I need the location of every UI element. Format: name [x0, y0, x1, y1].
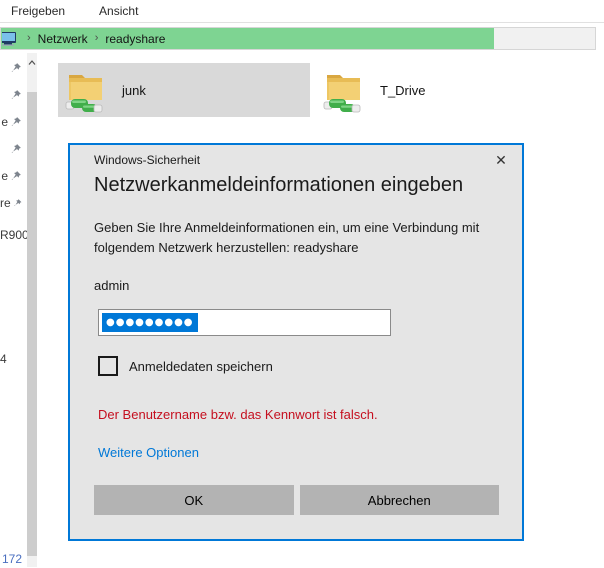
scrollbar-thumb[interactable] [27, 92, 37, 556]
breadcrumb-chevron-icon: › [94, 32, 99, 44]
file-tile-junk[interactable]: junk [58, 63, 310, 117]
dialog-heading: Netzwerkanmeldeinformationen eingeben [94, 174, 464, 196]
file-name-tdrive: T_Drive [380, 82, 426, 98]
tab-freigeben[interactable]: Freigeben [11, 4, 65, 18]
username-label: admin [94, 278, 130, 293]
sidebar-item[interactable]: e [0, 114, 22, 130]
sidebar-item-label: 4 [0, 352, 7, 366]
tab-ansicht[interactable]: Ansicht [99, 4, 138, 18]
password-selected-text: ●●●●●●●●● [102, 313, 198, 332]
close-icon[interactable]: ✕ [490, 149, 512, 171]
breadcrumb-netzwerk[interactable]: Netzwerk [38, 32, 88, 46]
ok-button[interactable]: OK [94, 485, 294, 515]
remember-credentials-checkbox[interactable] [98, 356, 118, 376]
remember-credentials-label: Anmeldedaten speichern [129, 358, 273, 374]
dialog-title: Windows-Sicherheit [94, 153, 201, 167]
shared-folder-icon [64, 66, 108, 114]
sidebar-item[interactable] [0, 87, 22, 103]
sidebar-item[interactable]: re [0, 195, 22, 211]
sidebar-item[interactable] [0, 60, 22, 76]
pin-icon [11, 144, 21, 153]
sidebar-item-label: e [1, 115, 8, 129]
sidebar-scrollbar[interactable] [27, 53, 37, 567]
file-tile-tdrive[interactable]: T_Drive [316, 63, 486, 117]
explorer-window: Freigeben Ansicht › Netzwerk › readyshar… [0, 0, 604, 568]
pin-icon [11, 117, 21, 126]
sidebar-item[interactable] [0, 141, 22, 157]
error-message: Der Benutzername bzw. das Kennwort ist f… [98, 407, 378, 422]
shared-folder-icon [322, 66, 366, 114]
sidebar-item-label: e [1, 169, 8, 183]
more-options-link[interactable]: Weitere Optionen [98, 445, 199, 460]
sidebar-item[interactable]: e [0, 168, 22, 184]
pin-icon [11, 63, 21, 72]
file-name-junk: junk [122, 82, 146, 98]
pin-icon [11, 90, 21, 99]
sidebar-item-label: re [0, 196, 11, 210]
dialog-body-text: Geben Sie Ihre Anmeldeinformationen ein,… [94, 220, 480, 255]
scrollbar-up-arrow-icon[interactable] [27, 53, 37, 71]
ribbon-tab-bar: Freigeben Ansicht [0, 0, 604, 23]
status-bar-fragment: 172 [2, 552, 23, 566]
breadcrumb-readyshare[interactable]: readyshare [105, 32, 165, 46]
breadcrumb-chevron-icon: › [27, 32, 31, 44]
pin-icon [11, 171, 21, 180]
cancel-button[interactable]: Abbrechen [299, 485, 499, 515]
sidebar-item-label: R900 [0, 228, 29, 242]
computer-icon [2, 31, 20, 46]
password-input[interactable]: ●●●●●●●●● [98, 309, 391, 336]
windows-security-dialog: Windows-Sicherheit ✕ Netzwerkanmeldeinfo… [68, 143, 524, 541]
pin-icon [13, 199, 22, 207]
address-bar[interactable]: › Netzwerk › readyshare [0, 27, 596, 50]
